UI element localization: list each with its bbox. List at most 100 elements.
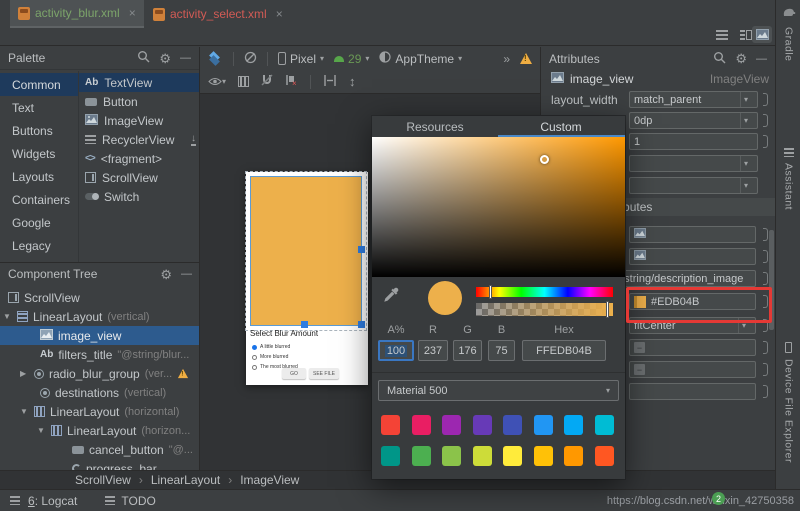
tab-activity-blur[interactable]: activity_blur.xml ×: [10, 0, 144, 28]
magnet-off-icon[interactable]: [261, 74, 273, 89]
component-fragment[interactable]: <> <fragment>: [79, 149, 200, 168]
clear-constraints-icon[interactable]: ×: [285, 74, 298, 89]
alpha-input[interactable]: 100: [378, 340, 414, 361]
swatch-green[interactable]: [412, 446, 431, 466]
code-view-icon[interactable]: [712, 26, 732, 43]
component-textview[interactable]: Ab TextView: [79, 73, 200, 92]
close-icon[interactable]: ×: [129, 6, 136, 20]
todo-tab[interactable]: TODO: [121, 494, 155, 508]
category-containers[interactable]: Containers: [0, 188, 78, 211]
device-preview[interactable]: Select Blur Amount A little blurred More…: [246, 172, 368, 385]
tree-item-destinations[interactable]: destinations (vertical): [0, 383, 200, 402]
category-text[interactable]: Text: [0, 96, 78, 119]
component-imageview[interactable]: ImageView: [79, 111, 200, 130]
theme-selector[interactable]: AppTheme ▾: [379, 51, 462, 66]
tree-item-image-view[interactable]: image_view: [0, 326, 200, 345]
component-switch[interactable]: Switch: [79, 187, 200, 206]
breadcrumb-linearlayout[interactable]: LinearLayout: [151, 473, 220, 487]
swatch-amber[interactable]: [534, 446, 553, 466]
tool-button-device-explorer[interactable]: Device File Explorer: [776, 342, 800, 463]
attribute-field[interactable]: [629, 383, 756, 400]
expander-icon[interactable]: ▶: [20, 369, 29, 378]
category-legacy[interactable]: Legacy: [0, 234, 78, 257]
layout-height-dropdown[interactable]: 0dp▾: [629, 112, 758, 129]
close-icon[interactable]: ×: [276, 7, 283, 21]
tool-button-assistant[interactable]: Assistant: [776, 148, 800, 210]
gear-icon[interactable]: ⚙: [735, 52, 747, 65]
saturation-brightness-area[interactable]: [372, 137, 625, 277]
tree-item-radio-blur-group[interactable]: ▶ radio_blur_group (ver... !: [0, 364, 200, 383]
category-layouts[interactable]: Layouts: [0, 165, 78, 188]
swatch-red[interactable]: [381, 415, 400, 435]
api-selector[interactable]: 29 ▾: [334, 52, 369, 66]
see-file-button[interactable]: SEE FILE: [309, 368, 339, 379]
swatch-orange[interactable]: [564, 446, 583, 466]
tab-activity-select[interactable]: activity_select.xml ×: [145, 0, 291, 28]
swatch-indigo[interactable]: [503, 415, 522, 435]
radio-more-blurred[interactable]: More blurred: [252, 352, 298, 362]
drawable-field[interactable]: [629, 248, 756, 265]
breadcrumb-imageview[interactable]: ImageView: [240, 473, 299, 487]
event-badge[interactable]: 2: [712, 492, 725, 505]
red-input[interactable]: 237: [418, 340, 448, 361]
tool-button-gradle[interactable]: Gradle: [776, 6, 800, 62]
flag-field[interactable]: −: [629, 361, 756, 378]
swatch-purple[interactable]: [442, 415, 461, 435]
category-widgets[interactable]: Widgets: [0, 142, 78, 165]
green-input[interactable]: 176: [453, 340, 482, 361]
swatch-light-blue[interactable]: [564, 415, 583, 435]
search-icon[interactable]: [713, 51, 726, 67]
hue-slider-thumb[interactable]: [489, 285, 492, 299]
category-google[interactable]: Google: [0, 211, 78, 234]
swatch-pink[interactable]: [412, 415, 431, 435]
expander-icon[interactable]: ▼: [3, 312, 12, 321]
content-description-field[interactable]: @string/description_image: [609, 270, 756, 287]
category-common[interactable]: Common: [0, 73, 78, 96]
resize-handle-bottom[interactable]: [301, 321, 308, 328]
color-selector-ring[interactable]: [540, 155, 549, 164]
resize-handle-corner[interactable]: [358, 321, 365, 328]
orientation-icon[interactable]: [244, 51, 257, 67]
swatch-yellow[interactable]: [503, 446, 522, 466]
expander-icon[interactable]: ▼: [37, 426, 46, 435]
minimize-icon[interactable]: —: [180, 52, 191, 64]
layout-weight-input[interactable]: 1: [629, 133, 758, 150]
eyedropper-icon[interactable]: [382, 286, 400, 307]
blue-input[interactable]: 75: [488, 340, 515, 361]
tree-item-linearlayout-h[interactable]: ▼ LinearLayout (horizontal): [0, 402, 200, 421]
expander-icon[interactable]: ▼: [20, 407, 29, 416]
download-icon[interactable]: ↓: [191, 134, 196, 146]
category-buttons[interactable]: Buttons: [0, 119, 78, 142]
hue-slider[interactable]: [476, 287, 613, 297]
resize-handle-right[interactable]: [358, 246, 365, 253]
attribute-dropdown[interactable]: ▾: [629, 155, 758, 172]
swatch-blue[interactable]: [534, 415, 553, 435]
alpha-slider[interactable]: [476, 303, 613, 316]
go-button[interactable]: GO: [282, 368, 306, 379]
layout-width-dropdown[interactable]: match_parent▾: [629, 91, 758, 108]
srccompat-field[interactable]: [629, 226, 756, 243]
warning-icon[interactable]: !: [520, 53, 532, 64]
radio-a-little-blurred[interactable]: A little blurred: [252, 342, 298, 352]
component-button[interactable]: Button: [79, 92, 200, 111]
swatch-deep-orange[interactable]: [595, 446, 614, 466]
tree-item-linearlayout-h2[interactable]: ▼ LinearLayout (horizon...: [0, 421, 200, 440]
image-view-preview[interactable]: [250, 176, 362, 326]
logcat-tab[interactable]: 6 : Logcat: [28, 494, 77, 508]
hex-input[interactable]: FFEDB04B: [522, 340, 606, 361]
design-view-icon[interactable]: [752, 26, 772, 43]
tree-item-linearlayout-v[interactable]: ▼ LinearLayout (vertical): [0, 307, 200, 326]
gear-icon[interactable]: ⚙: [159, 52, 171, 65]
component-recyclerview[interactable]: RecyclerView ↓: [79, 130, 200, 149]
tree-item-cancel-button[interactable]: cancel_button "@...: [0, 440, 200, 459]
swatch-lime[interactable]: [473, 446, 492, 466]
material-palette-dropdown[interactable]: Material 500 ▾: [378, 380, 619, 401]
pack-horizontal-icon[interactable]: [323, 75, 337, 89]
layers-icon[interactable]: [208, 52, 223, 65]
breadcrumb-scrollview[interactable]: ScrollView: [75, 473, 131, 487]
tree-item-progress-bar[interactable]: progress_bar: [0, 459, 200, 470]
blueprint-icon[interactable]: [238, 76, 249, 87]
attribute-dropdown[interactable]: ▾: [629, 177, 758, 194]
minimize-icon[interactable]: —: [181, 268, 192, 280]
tab-custom[interactable]: Custom: [498, 116, 624, 137]
